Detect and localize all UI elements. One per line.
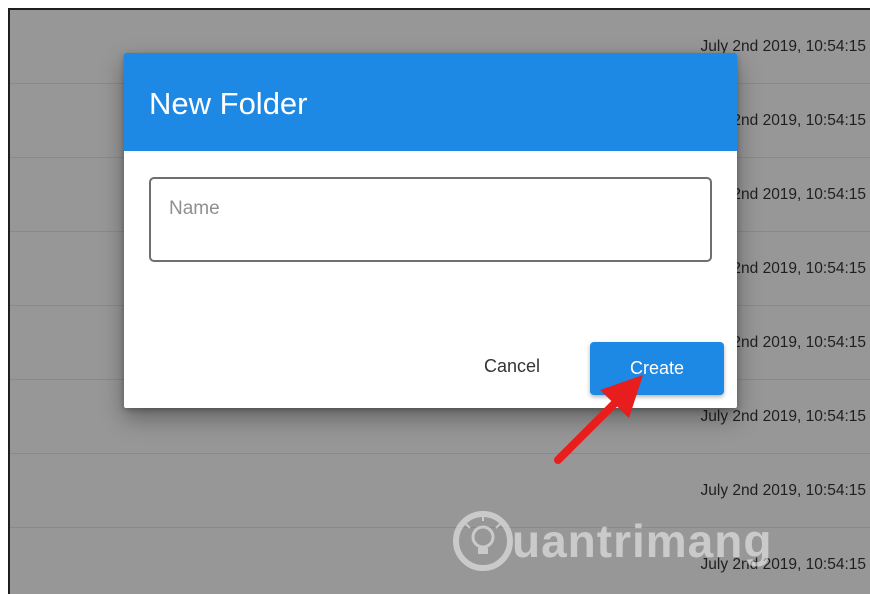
watermark: uantrimang [452,506,812,578]
name-field[interactable] [149,177,712,262]
row-date: July 2nd 2019, 10:54:15 [700,408,866,425]
red-arrow-icon [554,375,643,464]
name-input[interactable] [169,195,689,223]
lightbulb-logo-icon [453,511,513,571]
watermark-text: uantrimang [512,515,773,567]
dialog-header: New Folder [124,53,737,151]
row-date: July 2nd 2019, 10:54:15 [700,482,866,499]
dialog-title: New Folder [149,86,308,121]
new-folder-dialog: New Folder Cancel Create [124,53,737,408]
